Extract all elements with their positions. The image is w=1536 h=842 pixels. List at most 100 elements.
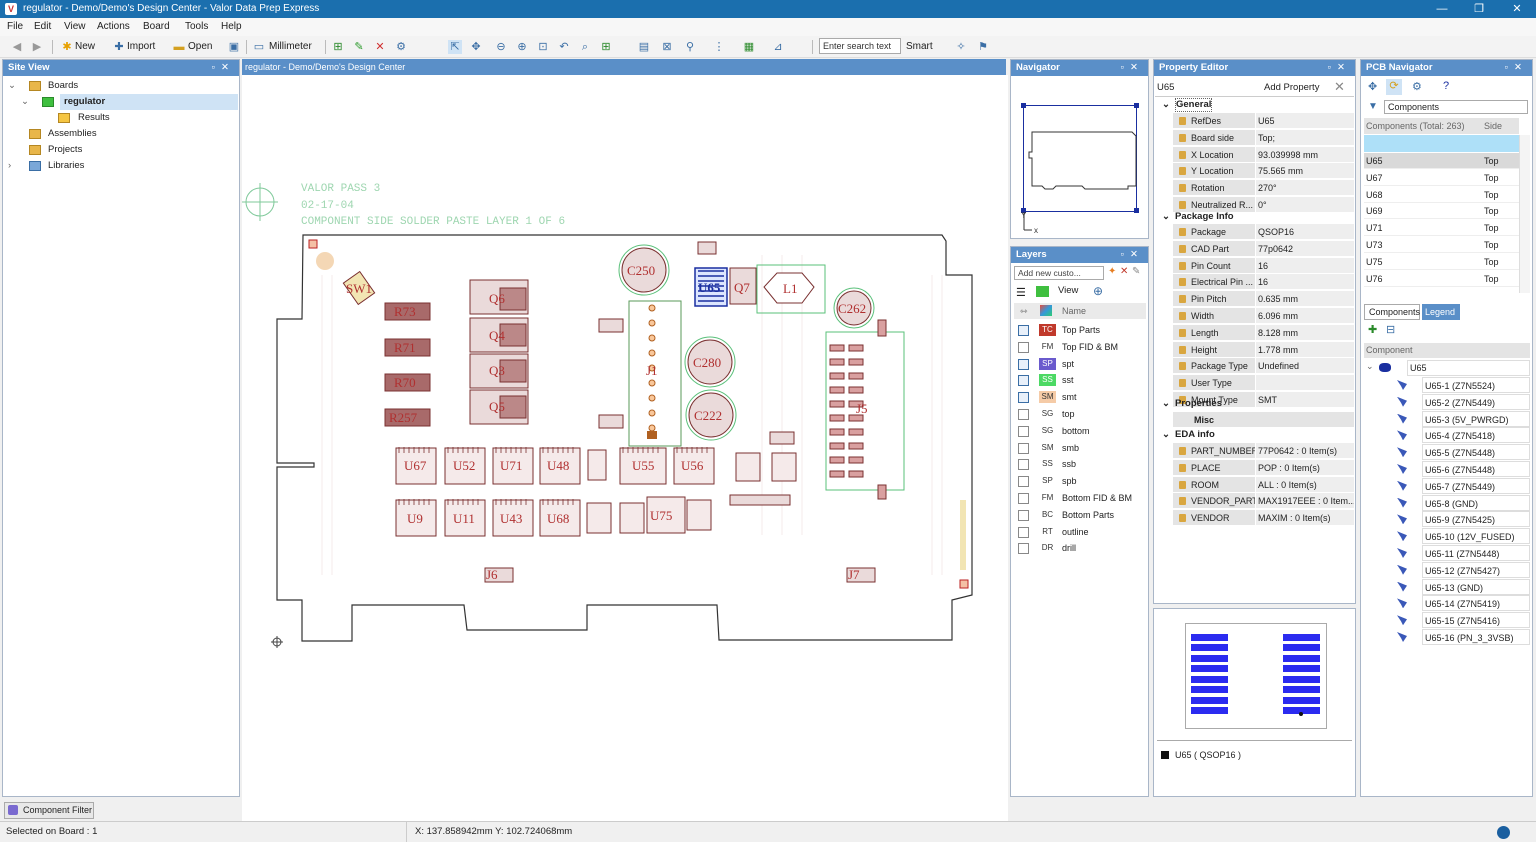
- layer-checkbox[interactable]: [1018, 425, 1029, 437]
- component-row[interactable]: U76 Top: [1364, 271, 1519, 287]
- pin-row[interactable]: U65-3 (5V_PWRGD): [1392, 410, 1530, 427]
- panel-buttons[interactable]: ▫✕: [212, 60, 235, 76]
- property-value[interactable]: 77P0642 : 0 Item(s): [1256, 443, 1354, 458]
- component-row[interactable]: U68 Top: [1364, 187, 1519, 203]
- layer-checkbox[interactable]: [1018, 409, 1029, 420]
- expand-package-icon[interactable]: ⌄: [1162, 209, 1170, 225]
- layer-color-swatch[interactable]: SM: [1039, 442, 1056, 454]
- section-package-info[interactable]: Package Info: [1175, 209, 1234, 225]
- pin-row[interactable]: U65-5 (Z7N5448): [1392, 444, 1530, 461]
- globe-icon[interactable]: ⊕: [1093, 284, 1103, 298]
- pin-row[interactable]: U65-11 (Z7N5448): [1392, 545, 1530, 561]
- layer-checkbox[interactable]: [1018, 341, 1029, 353]
- layer-color-swatch[interactable]: SM: [1039, 391, 1056, 404]
- property-row[interactable]: Package Type Undefined: [1173, 358, 1354, 374]
- import-button[interactable]: Import: [127, 39, 155, 55]
- layer-color-swatch[interactable]: SG: [1039, 425, 1056, 437]
- zoom-fit-icon[interactable]: ⌕: [578, 40, 592, 54]
- drc-icon[interactable]: ⊿: [771, 40, 785, 54]
- property-row[interactable]: VENDOR_PART MAX1917EEE : 0 Item...: [1173, 493, 1354, 509]
- property-value[interactable]: 16: [1256, 257, 1354, 273]
- property-row[interactable]: Y Location 75.565 mm: [1173, 163, 1354, 179]
- zoom-selection-icon[interactable]: ⊞: [599, 40, 613, 54]
- wand-icon[interactable]: ✧: [954, 40, 968, 54]
- pin-row[interactable]: U65-16 (PN_3_3VSB): [1392, 629, 1530, 645]
- property-value[interactable]: 77p0642: [1256, 240, 1354, 256]
- pin-row[interactable]: U65-10 (12V_FUSED): [1392, 528, 1530, 545]
- layer-color-swatch[interactable]: TC: [1039, 324, 1056, 336]
- property-value[interactable]: 8.128 mm: [1256, 324, 1354, 340]
- layer-checkbox[interactable]: [1018, 325, 1029, 336]
- zoom-out-icon[interactable]: ⊖: [494, 40, 508, 54]
- layer-checkbox[interactable]: [1018, 476, 1029, 488]
- menu-file[interactable]: File: [7, 18, 23, 36]
- component-row[interactable]: U75 Top: [1364, 254, 1519, 270]
- layer-checkbox[interactable]: [1018, 375, 1029, 387]
- expand-root-icon[interactable]: ⌄: [1366, 361, 1374, 372]
- open-folder-icon[interactable]: ▬: [172, 40, 186, 54]
- tab-legend[interactable]: Legend: [1422, 304, 1460, 320]
- property-value[interactable]: U65: [1256, 113, 1354, 128]
- property-row[interactable]: PLACE POP : 0 Item(s): [1173, 459, 1354, 476]
- property-row[interactable]: Width 6.096 mm: [1173, 308, 1354, 324]
- pencil-icon[interactable]: ✎: [352, 40, 366, 54]
- layer-color-swatch[interactable]: DR: [1039, 542, 1056, 554]
- tree-item-projects[interactable]: Projects: [48, 142, 82, 158]
- layer-row[interactable]: SM smb: [1014, 440, 1146, 456]
- property-value[interactable]: Top;: [1256, 129, 1354, 145]
- col-side[interactable]: Side: [1484, 118, 1502, 134]
- layer-checkbox[interactable]: [1018, 526, 1029, 538]
- pin-row[interactable]: U65-15 (Z7N5416): [1392, 612, 1530, 629]
- search-input[interactable]: Enter search text: [819, 38, 901, 54]
- pin-row[interactable]: U65-2 (Z7N5449): [1392, 393, 1530, 410]
- flag-icon[interactable]: ⚑: [976, 40, 990, 54]
- filter-icon[interactable]: ⚲: [683, 40, 697, 54]
- layer-color-swatch[interactable]: FM: [1039, 492, 1056, 504]
- property-row[interactable]: Board side Top;: [1173, 129, 1354, 146]
- layer-row[interactable]: FM Top FID & BM: [1014, 339, 1146, 355]
- property-row[interactable]: PART_NUMBER 77P0642 : 0 Item(s): [1173, 443, 1354, 459]
- units-dropdown[interactable]: Millimeter: [269, 39, 312, 55]
- layer-color-swatch[interactable]: RT: [1039, 526, 1056, 538]
- property-row[interactable]: Height 1.778 mm: [1173, 341, 1354, 358]
- layer-checkbox[interactable]: [1018, 493, 1029, 504]
- add-layer-icon[interactable]: ✦: [1108, 266, 1116, 277]
- filter-row[interactable]: [1364, 135, 1519, 152]
- maximize-button[interactable]: ❐: [1462, 0, 1496, 18]
- layer-color-swatch[interactable]: SP: [1039, 357, 1056, 370]
- property-value[interactable]: Undefined: [1256, 358, 1354, 374]
- collapse-icon[interactable]: ⊟: [1386, 323, 1395, 336]
- property-row[interactable]: Length 8.128 mm: [1173, 324, 1354, 341]
- property-row[interactable]: VENDOR MAXIM : 0 Item(s): [1173, 510, 1354, 526]
- search-mode-dropdown[interactable]: Smart: [906, 39, 933, 55]
- close-icon[interactable]: ✕: [1334, 79, 1345, 95]
- move-icon[interactable]: ✥: [469, 40, 483, 54]
- zoom-window-icon[interactable]: ⊡: [536, 40, 550, 54]
- component-row[interactable]: U73 Top: [1364, 237, 1519, 253]
- property-value[interactable]: ALL : 0 Item(s): [1256, 476, 1354, 492]
- zoom-in-icon[interactable]: ⊕: [515, 40, 529, 54]
- component-row[interactable]: U65 Top: [1364, 153, 1519, 169]
- help-icon[interactable]: ?: [1443, 80, 1449, 92]
- layer-row[interactable]: SG top: [1014, 406, 1146, 422]
- pin-row[interactable]: U65-14 (Z7N5419): [1392, 595, 1530, 612]
- expand-properties-icon[interactable]: ⌄: [1162, 396, 1170, 412]
- board-view-icon[interactable]: [1036, 286, 1049, 297]
- pin-row[interactable]: U65-12 (Z7N5427): [1392, 561, 1530, 578]
- minimize-button[interactable]: —: [1425, 0, 1459, 18]
- property-row[interactable]: Package QSOP16: [1173, 224, 1354, 240]
- tab-components[interactable]: Components: [1364, 304, 1420, 320]
- components-scrollbar[interactable]: [1519, 135, 1530, 293]
- property-row[interactable]: RefDes U65: [1173, 113, 1354, 129]
- expand-all-icon[interactable]: ✚: [1368, 323, 1377, 336]
- pin-tool-icon[interactable]: ✥: [1368, 80, 1377, 93]
- layer-row[interactable]: SS sst: [1014, 372, 1146, 388]
- tree-item-regulator[interactable]: regulator: [64, 94, 105, 110]
- property-value[interactable]: 0.635 mm: [1256, 291, 1354, 307]
- menu-edit[interactable]: Edit: [34, 18, 51, 36]
- grid-icon[interactable]: ⋮: [712, 40, 726, 54]
- globe-status-icon[interactable]: [1497, 826, 1510, 839]
- col-components[interactable]: Components (Total: 263): [1366, 118, 1465, 134]
- layer-color-swatch[interactable]: SP: [1039, 475, 1056, 487]
- expand-general-icon[interactable]: ⌄: [1162, 97, 1170, 113]
